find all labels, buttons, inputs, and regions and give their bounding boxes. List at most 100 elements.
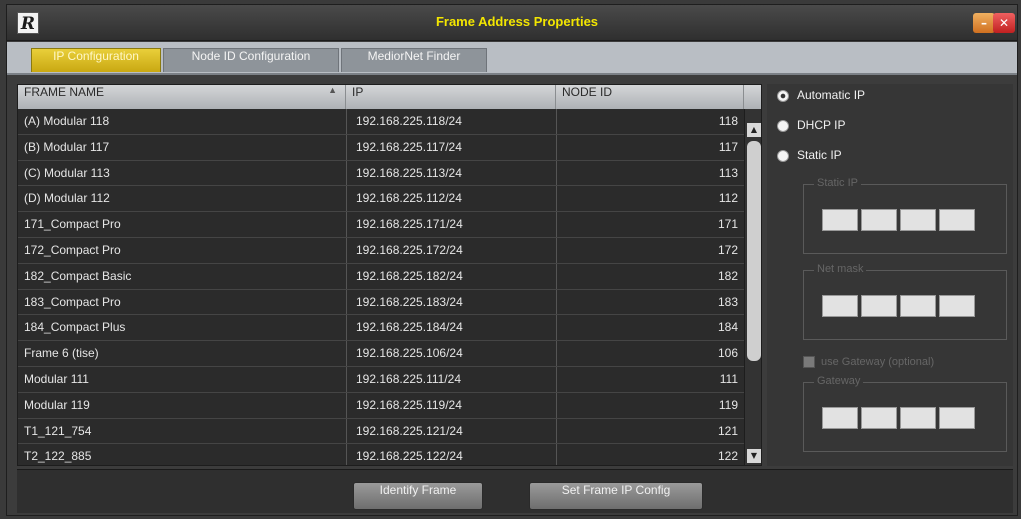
table-row[interactable]: T1_121_754 192.168.225.121/24 121 (18, 419, 744, 445)
table-row[interactable]: Modular 119 192.168.225.119/24 119 (18, 393, 744, 419)
table-row[interactable]: (B) Modular 117 192.168.225.117/24 117 (18, 135, 744, 161)
scroll-down-icon[interactable]: ▼ (747, 449, 761, 463)
table-scrollbar[interactable]: ▲ ▼ (744, 109, 761, 465)
checkbox-icon (803, 356, 815, 369)
net-mask-octet-4[interactable] (939, 295, 975, 317)
table-row[interactable]: 183_Compact Pro 192.168.225.183/24 183 (18, 290, 744, 316)
table-row[interactable]: 182_Compact Basic 192.168.225.182/24 182 (18, 264, 744, 290)
frame-name-cell: (D) Modular 112 (24, 191, 110, 206)
node-id-cell: 117 (718, 139, 738, 154)
node-id-cell: 122 (717, 449, 738, 464)
static-ip-octet-2[interactable] (861, 209, 897, 231)
table-header: FRAME NAME ▲ IP NODE ID (18, 85, 761, 109)
column-header-frame-name[interactable]: FRAME NAME ▲ (18, 85, 346, 109)
tab-bar: IP Configuration Node ID Configuration M… (7, 42, 1017, 75)
ip-cell: 192.168.225.122/24 (356, 449, 463, 464)
net-mask-group: Net mask (803, 263, 1007, 340)
table-row[interactable]: Frame 6 (tise) 192.168.225.106/24 106 (18, 341, 744, 367)
node-id-cell: 172 (717, 242, 738, 257)
static-ip-octet-4[interactable] (939, 209, 975, 231)
table-row[interactable]: (C) Modular 113 192.168.225.113/24 113 (18, 161, 744, 187)
frame-name-cell: 171_Compact Pro (24, 217, 121, 232)
node-id-cell: 182 (717, 268, 738, 283)
ip-cell: 192.168.225.182/24 (356, 268, 463, 283)
static-ip-octet-3[interactable] (900, 209, 936, 231)
table-row[interactable]: Modular 111 192.168.225.111/24 111 (18, 367, 744, 393)
node-id-cell: 106 (717, 346, 738, 361)
footer-bar: Identify Frame Set Frame IP Config (17, 469, 1013, 513)
table-row[interactable]: T2_122_885 192.168.225.122/24 122 (18, 444, 744, 465)
radio-dhcp-ip[interactable]: DHCP IP (777, 118, 845, 138)
static-ip-octet-1[interactable] (822, 209, 858, 231)
gateway-octet-3[interactable] (900, 407, 936, 429)
node-id-cell: 112 (718, 191, 738, 206)
identify-frame-button[interactable]: Identify Frame (353, 482, 483, 510)
frames-table: FRAME NAME ▲ IP NODE ID (A) Modular 118 1… (17, 84, 762, 466)
scroll-thumb[interactable] (747, 141, 761, 361)
scroll-up-icon[interactable]: ▲ (747, 123, 761, 137)
node-id-cell: 184 (717, 320, 738, 335)
table-row[interactable]: (A) Modular 118 192.168.225.118/24 118 (18, 109, 744, 135)
static-ip-label: Static IP (814, 177, 861, 189)
frame-name-cell: Modular 111 (24, 371, 89, 386)
table-row[interactable]: 171_Compact Pro 192.168.225.171/24 171 (18, 212, 744, 238)
table-row[interactable]: (D) Modular 112 192.168.225.112/24 112 (18, 186, 744, 213)
ip-settings-panel: Automatic IP DHCP IP Static IP Static IP… (767, 84, 1013, 466)
ip-cell: 192.168.225.111/24 (356, 371, 461, 386)
net-mask-octet-3[interactable] (900, 295, 936, 317)
frame-name-cell: (B) Modular 117 (24, 139, 110, 154)
gateway-group: Gateway (803, 375, 1007, 452)
sort-ascending-icon: ▲ (328, 85, 337, 95)
node-id-cell: 171 (717, 217, 738, 232)
close-button[interactable]: ✕ (993, 13, 1015, 33)
ip-cell: 192.168.225.112/24 (356, 191, 462, 206)
net-mask-octet-2[interactable] (861, 295, 897, 317)
radio-static-ip[interactable]: Static IP (777, 148, 842, 168)
node-id-cell: 118 (718, 114, 738, 128)
title-bar: R Frame Address Properties – ✕ (7, 5, 1017, 41)
net-mask-label: Net mask (814, 263, 867, 275)
frame-name-cell: Frame 6 (tise) (24, 346, 99, 361)
window-title: Frame Address Properties (435, 14, 599, 29)
frame-name-cell: 182_Compact Basic (24, 268, 132, 283)
ip-cell: 192.168.225.119/24 (356, 397, 462, 412)
ip-cell: 192.168.225.118/24 (356, 114, 462, 128)
ip-cell: 192.168.225.106/24 (356, 346, 463, 361)
minimize-button[interactable]: – (973, 13, 995, 33)
table-row[interactable]: 172_Compact Pro 192.168.225.172/24 172 (18, 238, 744, 264)
ip-cell: 192.168.225.171/24 (356, 217, 463, 232)
frame-name-cell: T2_122_885 (24, 449, 92, 464)
radio-unselected-icon (777, 149, 789, 162)
node-id-cell: 119 (718, 397, 738, 412)
tab-mediornet-finder[interactable]: MediorNet Finder (341, 48, 487, 72)
ip-cell: 192.168.225.172/24 (356, 242, 463, 257)
net-mask-octet-1[interactable] (822, 295, 858, 317)
frame-name-cell: T1_121_754 (24, 423, 92, 438)
tab-node-id-configuration[interactable]: Node ID Configuration (163, 48, 339, 72)
node-id-cell: 111 (719, 371, 738, 386)
radio-unselected-icon (777, 119, 789, 132)
column-header-node-id[interactable]: NODE ID (556, 85, 744, 109)
ip-cell: 192.168.225.113/24 (356, 165, 462, 180)
table-body: (A) Modular 118 192.168.225.118/24 118 (B) … (18, 109, 744, 465)
set-frame-ip-config-button[interactable]: Set Frame IP Config (529, 482, 703, 510)
table-row[interactable]: 184_Compact Plus 192.168.225.184/24 184 (18, 315, 744, 342)
ip-cell: 192.168.225.183/24 (356, 294, 463, 309)
frame-address-properties-window: R Frame Address Properties – ✕ IP Config… (6, 4, 1018, 516)
radio-selected-icon (777, 89, 789, 102)
frame-name-cell: (A) Modular 118 (24, 114, 110, 128)
column-header-ip[interactable]: IP (346, 85, 556, 109)
ip-cell: 192.168.225.184/24 (356, 320, 463, 335)
tab-ip-configuration[interactable]: IP Configuration (31, 48, 161, 72)
frame-name-cell: Modular 119 (24, 397, 90, 412)
radio-automatic-ip[interactable]: Automatic IP (777, 88, 865, 108)
app-logo-icon: R (17, 12, 39, 34)
frame-name-cell: 184_Compact Plus (24, 320, 126, 335)
frame-name-cell: 172_Compact Pro (24, 242, 121, 257)
use-gateway-checkbox[interactable]: use Gateway (optional) (803, 356, 934, 374)
gateway-octet-2[interactable] (861, 407, 897, 429)
node-id-cell: 121 (717, 423, 738, 438)
node-id-cell: 183 (717, 294, 738, 309)
gateway-octet-4[interactable] (939, 407, 975, 429)
gateway-octet-1[interactable] (822, 407, 858, 429)
